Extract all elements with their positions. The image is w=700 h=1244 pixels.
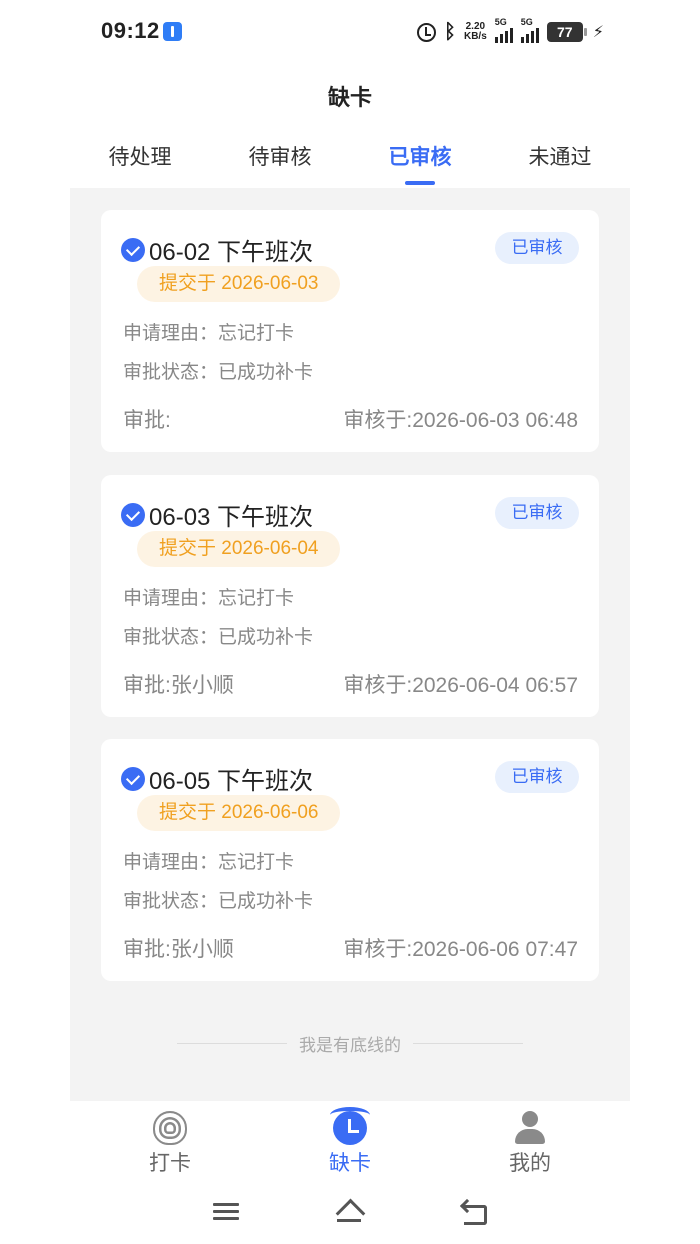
status-badge: 已审核 [495,497,579,529]
person-icon [513,1111,547,1145]
signal-label: 5G [520,17,533,27]
alarm-clock-icon [330,1107,370,1145]
divider [413,1042,523,1044]
submitted-date: 提交于 2026-06-04 [137,531,341,567]
approval-status: 审批状态：已成功补卡 [123,627,314,648]
divider [177,1042,287,1044]
nav-label: 缺卡 [329,1152,371,1175]
card-header: 06-02 下午班次 [121,232,313,267]
record-title: 06-05 下午班次 [149,768,314,795]
approval-status: 审批状态：已成功补卡 [123,362,314,383]
tab-reviewed[interactable]: 已审核 [350,140,490,188]
card-header: 06-03 下午班次 [121,497,313,532]
approval-status: 审批状态：已成功补卡 [123,891,314,912]
nav-item-mine[interactable]: 我的 [470,1111,590,1177]
nav-label: 打卡 [149,1152,191,1175]
page-title: 缺卡 [327,85,372,110]
record-card[interactable]: 06-03 下午班次 已审核 提交于 2026-06-04 申请理由：忘记打卡 … [101,475,599,717]
status-badge: 已审核 [495,232,579,264]
alarm-icon [416,22,436,42]
bottom-nav: 打卡 缺卡 我的 [0,1101,700,1181]
status-time: 09:12 [101,18,160,43]
list-end-text: 我是有底线的 [299,1035,401,1055]
status-icons: ᛒ 2.20 KB/s 5G 5G 77 ⚡ [416,17,604,46]
home-icon[interactable] [334,1199,364,1227]
record-title: 06-03 下午班次 [149,504,314,531]
status-badge: 已审核 [495,761,579,793]
nav-label: 我的 [509,1152,551,1175]
apply-reason: 申请理由：忘记打卡 [123,852,295,873]
tab-awaiting-review[interactable]: 待审核 [210,140,350,188]
reviewed-time: 审核于:2026-06-06 07:47 [343,938,578,961]
menu-icon[interactable] [211,1199,241,1227]
record-title: 06-02 下午班次 [149,239,314,266]
apply-reason: 申请理由：忘记打卡 [123,588,295,609]
signal-label: 5G [494,17,507,27]
signal-icon: 5G [494,17,513,43]
reviewed-time: 审核于:2026-06-04 06:57 [343,674,578,697]
signal-icon: 5G [520,17,539,43]
card-header: 06-05 下午班次 [121,761,313,796]
list-end-indicator: 我是有底线的 [70,1031,630,1055]
network-speed-unit: KB/s [463,31,487,42]
check-circle-icon [121,766,145,791]
nav-item-missing-punch[interactable]: 缺卡 [290,1107,410,1177]
nav-item-punch[interactable]: 打卡 [110,1111,230,1177]
check-circle-icon [121,502,145,527]
charging-icon: ⚡ [592,24,604,41]
reviewed-time: 审核于:2026-06-03 06:48 [343,409,578,432]
tab-rejected[interactable]: 未通过 [490,140,630,188]
network-speed: 2.20 KB/s [464,22,487,42]
record-card[interactable]: 06-05 下午班次 已审核 提交于 2026-06-06 申请理由：忘记打卡 … [101,739,599,981]
apply-reason: 申请理由：忘记打卡 [123,323,295,344]
fingerprint-icon [153,1111,187,1145]
tab-bar: 待处理 待审核 已审核 未通过 [70,140,630,188]
tab-pending[interactable]: 待处理 [70,140,210,188]
record-list[interactable]: 06-02 下午班次 已审核 提交于 2026-06-03 申请理由：忘记打卡 … [70,188,630,1101]
battery-icon: 77 [546,22,587,42]
submitted-date: 提交于 2026-06-03 [137,266,341,302]
status-bar: 09:12 ᛒ 2.20 KB/s 5G 5G 77 ⚡ [0,0,700,64]
submitted-date: 提交于 2026-06-06 [137,795,341,831]
approver: 审批: [123,409,171,432]
check-circle-icon [121,237,145,262]
back-icon[interactable] [460,1199,490,1227]
approver: 审批:张小顺 [123,938,234,961]
system-nav-bar [0,1185,700,1244]
bluetooth-icon: ᛒ [443,21,456,43]
approver: 审批:张小顺 [123,674,234,697]
record-card[interactable]: 06-02 下午班次 已审核 提交于 2026-06-03 申请理由：忘记打卡 … [101,210,599,452]
app-notification-icon [163,22,182,41]
